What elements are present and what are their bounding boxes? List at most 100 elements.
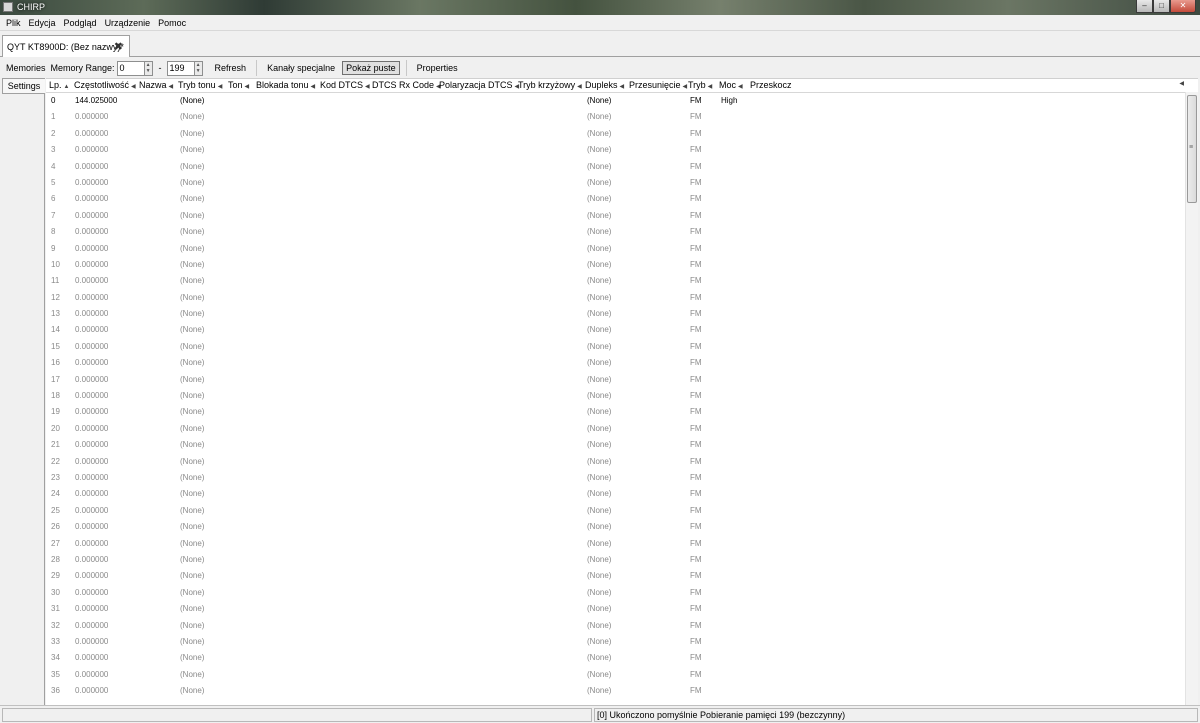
cell-frequency[interactable]: 0.000000 [75,440,108,449]
cell-duplex[interactable]: (None) [587,457,611,466]
table-row[interactable]: 7 0.000000 (None) (None) FM [46,208,1184,224]
cell-frequency[interactable]: 0.000000 [75,325,108,334]
cell-frequency[interactable]: 0.000000 [75,588,108,597]
cell-mode[interactable]: FM [690,145,702,154]
cell-lp[interactable]: 6 [51,194,55,203]
menu-radio[interactable]: Urządzenie [101,18,155,28]
table-row[interactable]: 29 0.000000 (None) (None) FM [46,568,1184,584]
cell-lp[interactable]: 17 [51,375,60,384]
table-row[interactable]: 34 0.000000 (None) (None) FM [46,650,1184,666]
table-row[interactable]: 18 0.000000 (None) (None) FM [46,388,1184,404]
range-start-spinner[interactable]: 0 ▲ ▼ [116,60,153,76]
cell-frequency[interactable]: 0.000000 [75,260,108,269]
cell-duplex[interactable]: (None) [587,129,611,138]
cell-lp[interactable]: 10 [51,260,60,269]
vertical-scrollbar[interactable]: ≡ [1185,92,1198,705]
cell-duplex[interactable]: (None) [587,375,611,384]
cell-frequency[interactable]: 0.000000 [75,342,108,351]
cell-tone-mode[interactable]: (None) [180,178,204,187]
cell-tone-mode[interactable]: (None) [180,260,204,269]
cell-frequency[interactable]: 0.000000 [75,358,108,367]
cell-frequency[interactable]: 0.000000 [75,571,108,580]
cell-duplex[interactable]: (None) [587,244,611,253]
cell-frequency[interactable]: 0.000000 [75,145,108,154]
table-row[interactable]: 21 0.000000 (None) (None) FM [46,437,1184,453]
cell-tone-mode[interactable]: (None) [180,391,204,400]
table-row[interactable]: 35 0.000000 (None) (None) FM [46,667,1184,683]
cell-frequency[interactable]: 0.000000 [75,129,108,138]
cell-lp[interactable]: 0 [51,96,55,105]
cell-duplex[interactable]: (None) [587,424,611,433]
cell-tone-mode[interactable]: (None) [180,227,204,236]
cell-tone-mode[interactable]: (None) [180,211,204,220]
cell-frequency[interactable]: 0.000000 [75,489,108,498]
cell-lp[interactable]: 15 [51,342,60,351]
cell-frequency[interactable]: 0.000000 [75,276,108,285]
table-row[interactable]: 31 0.000000 (None) (None) FM [46,601,1184,617]
cell-lp[interactable]: 27 [51,539,60,548]
cell-mode[interactable]: FM [690,686,702,695]
cell-frequency[interactable]: 0.000000 [75,604,108,613]
cell-lp[interactable]: 22 [51,457,60,466]
cell-duplex[interactable]: (None) [587,571,611,580]
cell-lp[interactable]: 26 [51,522,60,531]
table-row[interactable]: 1 0.000000 (None) (None) FM [46,109,1184,125]
table-row[interactable]: 14 0.000000 (None) (None) FM [46,322,1184,338]
cell-mode[interactable]: FM [690,260,702,269]
cell-mode[interactable]: FM [690,424,702,433]
cell-tone-mode[interactable]: (None) [180,440,204,449]
cell-duplex[interactable]: (None) [587,522,611,531]
cell-duplex[interactable]: (None) [587,407,611,416]
cell-duplex[interactable]: (None) [587,358,611,367]
cell-mode[interactable]: FM [690,604,702,613]
cell-lp[interactable]: 2 [51,129,55,138]
maximize-button[interactable]: □ [1153,0,1170,13]
refresh-button[interactable]: Refresh [211,61,251,75]
table-row[interactable]: 11 0.000000 (None) (None) FM [46,273,1184,289]
cell-lp[interactable]: 11 [51,276,59,285]
cell-lp[interactable]: 7 [51,211,55,220]
menu-edit[interactable]: Edycja [25,18,60,28]
table-row[interactable]: 5 0.000000 (None) (None) FM [46,175,1184,191]
cell-lp[interactable]: 9 [51,244,55,253]
cell-duplex[interactable]: (None) [587,391,611,400]
table-row[interactable]: 22 0.000000 (None) (None) FM [46,454,1184,470]
cell-lp[interactable]: 21 [51,440,60,449]
cell-mode[interactable]: FM [690,522,702,531]
table-row[interactable]: 0 144.025000 (None) (None) FM High [46,93,1184,109]
table-row[interactable]: 10 0.000000 (None) (None) FM [46,257,1184,273]
spin-down-icon[interactable]: ▼ [145,68,152,75]
cell-lp[interactable]: 14 [51,325,60,334]
cell-tone-mode[interactable]: (None) [180,309,204,318]
show-empty-toggle[interactable]: Pokaż puste [342,61,400,75]
cell-tone-mode[interactable]: (None) [180,506,204,515]
cell-frequency[interactable]: 0.000000 [75,539,108,548]
table-row[interactable]: 19 0.000000 (None) (None) FM [46,404,1184,420]
cell-frequency[interactable]: 0.000000 [75,407,108,416]
cell-frequency[interactable]: 0.000000 [75,555,108,564]
cell-duplex[interactable]: (None) [587,440,611,449]
tab-memories[interactable]: Memories [6,63,46,73]
cell-mode[interactable]: FM [690,489,702,498]
cell-lp[interactable]: 8 [51,227,55,236]
table-row[interactable]: 23 0.000000 (None) (None) FM [46,470,1184,486]
cell-frequency[interactable]: 0.000000 [75,522,108,531]
cell-duplex[interactable]: (None) [587,621,611,630]
cell-mode[interactable]: FM [690,96,702,105]
range-end-spinner[interactable]: 199 ▲ ▼ [166,60,203,76]
menu-file[interactable]: Plik [2,18,25,28]
table-row[interactable]: 33 0.000000 (None) (None) FM [46,634,1184,650]
cell-tone-mode[interactable]: (None) [180,342,204,351]
close-window-button[interactable]: ✕ [1170,0,1196,13]
cell-tone-mode[interactable]: (None) [180,112,204,121]
cell-tone-mode[interactable]: (None) [180,424,204,433]
cell-tone-mode[interactable]: (None) [180,621,204,630]
cell-lp[interactable]: 36 [51,686,60,695]
cell-tone-mode[interactable]: (None) [180,637,204,646]
spin-down-icon[interactable]: ▼ [195,68,202,75]
cell-mode[interactable]: FM [690,194,702,203]
column-header-lp[interactable]: Lp. ▲ [49,80,69,90]
cell-tone-mode[interactable]: (None) [180,653,204,662]
cell-frequency[interactable]: 0.000000 [75,178,108,187]
cell-mode[interactable]: FM [690,670,702,679]
